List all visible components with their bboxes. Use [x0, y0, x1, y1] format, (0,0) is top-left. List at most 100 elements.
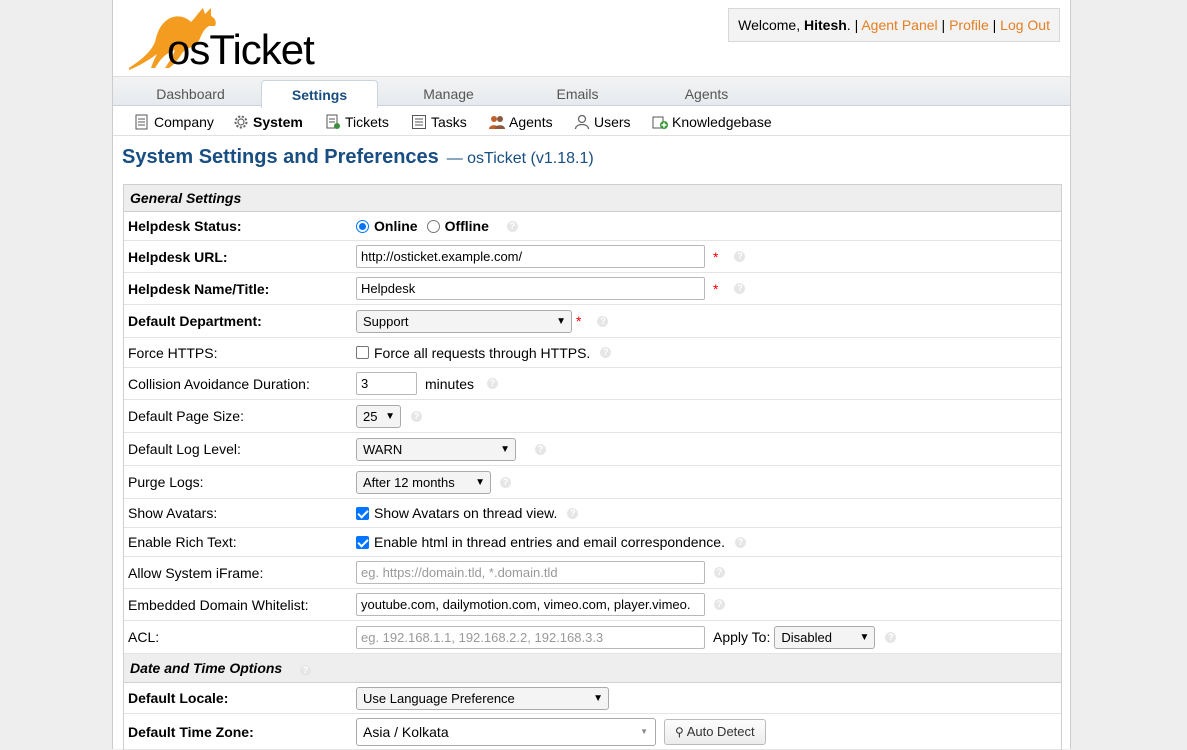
- tab-dashboard[interactable]: Dashboard: [132, 80, 249, 107]
- helpdesk-url-input[interactable]: http://osticket.example.com/: [356, 245, 705, 268]
- acl-input[interactable]: eg. 192.168.1.1, 192.168.2.2, 192.168.3.…: [356, 625, 705, 649]
- help-icon[interactable]: ?: [500, 476, 511, 488]
- select-value: Support: [363, 313, 409, 329]
- help-icon[interactable]: ?: [734, 251, 746, 262]
- help-icon[interactable]: ?: [597, 315, 609, 327]
- row-helpdesk-status: Helpdesk Status: Online Offline ?: [124, 212, 1061, 241]
- required-marker: *: [713, 280, 719, 297]
- main-nav: Dashboard Settings Manage Emails Agents: [113, 76, 1070, 108]
- iframe-input[interactable]: eg. https://domain.tld, *.domain.tld: [356, 561, 705, 584]
- page-size-select[interactable]: 25 ▼: [356, 404, 401, 428]
- subnav-users[interactable]: Users: [574, 112, 631, 132]
- help-icon[interactable]: ?: [714, 599, 725, 610]
- collision-unit: minutes: [425, 375, 475, 392]
- subnav-company[interactable]: Company: [134, 112, 214, 132]
- default-timezone-label: Default Time Zone:: [128, 723, 254, 740]
- rich-text-label: Enable Rich Text:: [128, 534, 237, 550]
- helpdesk-name-label: Helpdesk Name/Title:: [128, 280, 270, 297]
- help-icon[interactable]: ?: [300, 665, 311, 676]
- subnav-label: Tickets: [345, 114, 389, 130]
- select-value: Asia / Kolkata: [363, 723, 449, 740]
- logo[interactable]: osTicket: [121, 2, 321, 72]
- subnav-label: Agents: [509, 114, 553, 130]
- collision-field: 3 minutes ?: [356, 368, 499, 399]
- separator: . |: [846, 17, 862, 33]
- logout-link[interactable]: Log Out: [1000, 17, 1050, 33]
- row-helpdesk-name: Helpdesk Name/Title: Helpdesk * ?: [124, 273, 1061, 305]
- row-rich-text: Enable Rich Text: Enable html in thread …: [124, 528, 1061, 557]
- default-timezone-select[interactable]: Asia / Kolkata ▼: [356, 717, 656, 746]
- helpdesk-name-input[interactable]: Helpdesk: [356, 277, 705, 300]
- default-timezone-field: Asia / Kolkata ▼ ⚲ Auto Detect: [356, 714, 766, 749]
- tab-manage[interactable]: Manage: [390, 80, 507, 107]
- purge-logs-field: After 12 months ▼ ?: [356, 466, 511, 498]
- help-icon[interactable]: ?: [411, 410, 422, 422]
- help-icon[interactable]: ?: [734, 283, 746, 294]
- company-icon: [135, 114, 148, 130]
- show-avatars-field: Show Avatars on thread view. ?: [356, 499, 579, 527]
- row-iframe: Allow System iFrame: eg. https://domain.…: [124, 557, 1061, 589]
- show-avatars-checkbox[interactable]: [356, 506, 369, 520]
- select-value: 25: [363, 408, 378, 424]
- force-https-label: Force HTTPS:: [128, 344, 218, 361]
- page-container: osTicket Welcome, Hitesh. | Agent Panel …: [112, 0, 1071, 750]
- required-marker: *: [713, 248, 719, 265]
- map-marker-icon: ⚲: [675, 724, 684, 739]
- purge-logs-select[interactable]: After 12 months ▼: [356, 470, 491, 494]
- subnav-knowledgebase[interactable]: Knowledgebase: [652, 112, 772, 132]
- help-icon[interactable]: ?: [487, 378, 499, 389]
- rich-text-checkbox[interactable]: [356, 535, 369, 549]
- subnav-agents[interactable]: Agents: [489, 112, 553, 132]
- apply-to-select[interactable]: Disabled ▼: [774, 625, 876, 649]
- separator: |: [988, 17, 1001, 33]
- default-locale-field: Use Language Preference ▼: [356, 683, 609, 713]
- help-icon[interactable]: ?: [506, 220, 518, 232]
- agent-panel-link[interactable]: Agent Panel: [861, 17, 937, 33]
- online-radio[interactable]: [356, 219, 369, 233]
- helpdesk-name-field: Helpdesk * ?: [356, 273, 746, 304]
- helpdesk-status-field: Online Offline ?: [356, 212, 518, 240]
- help-icon[interactable]: ?: [535, 443, 546, 455]
- default-department-select[interactable]: Support ▼: [356, 309, 572, 333]
- tab-agents[interactable]: Agents: [648, 80, 765, 107]
- default-department-field: Support ▼ * ?: [356, 305, 609, 337]
- page-size-field: 25 ▼ ?: [356, 400, 422, 432]
- select-value: Disabled: [781, 629, 832, 645]
- default-locale-select[interactable]: Use Language Preference ▼: [356, 686, 609, 710]
- subnav-label: Users: [594, 114, 631, 130]
- required-marker: *: [576, 313, 582, 329]
- whitelist-input[interactable]: youtube.com, dailymotion.com, vimeo.com,…: [356, 593, 705, 616]
- chevron-down-icon: ▼: [385, 410, 395, 422]
- subnav-label: Company: [154, 114, 214, 130]
- force-https-checkbox[interactable]: [356, 346, 369, 359]
- force-https-field: Force all requests through HTTPS. ?: [356, 338, 612, 367]
- subnav-label: Tasks: [431, 114, 467, 130]
- row-default-locale: Default Locale: Use Language Preference ▼: [124, 683, 1061, 714]
- row-collision: Collision Avoidance Duration: 3 minutes …: [124, 368, 1061, 400]
- help-icon[interactable]: ?: [885, 631, 897, 643]
- help-icon[interactable]: ?: [600, 347, 612, 358]
- log-level-select[interactable]: WARN ▼: [356, 437, 516, 461]
- collision-label: Collision Avoidance Duration:: [128, 375, 310, 392]
- help-icon[interactable]: ?: [714, 567, 725, 578]
- helpdesk-url-field: http://osticket.example.com/ * ?: [356, 241, 746, 272]
- collision-input[interactable]: 3: [356, 372, 417, 395]
- subnav-system[interactable]: System: [233, 112, 303, 132]
- tab-settings[interactable]: Settings: [261, 80, 378, 108]
- help-icon[interactable]: ?: [567, 507, 579, 519]
- profile-link[interactable]: Profile: [949, 17, 989, 33]
- subnav-tickets[interactable]: Tickets: [325, 112, 389, 132]
- help-icon[interactable]: ?: [734, 536, 746, 548]
- log-level-field: WARN ▼ ?: [356, 433, 546, 465]
- user-info: Welcome, Hitesh. | Agent Panel | Profile…: [728, 8, 1060, 42]
- auto-detect-button[interactable]: ⚲ Auto Detect: [664, 718, 766, 745]
- logo-text: osTicket: [167, 26, 315, 73]
- rich-text-text: Enable html in thread entries and email …: [374, 534, 725, 550]
- tab-emails[interactable]: Emails: [519, 80, 636, 107]
- helpdesk-url-label: Helpdesk URL:: [128, 248, 228, 265]
- offline-radio[interactable]: [426, 219, 440, 233]
- auto-detect-label: Auto Detect: [686, 723, 755, 739]
- row-domain-whitelist: Embedded Domain Whitelist: youtube.com, …: [124, 589, 1061, 621]
- gear-icon: [234, 115, 248, 129]
- subnav-tasks[interactable]: Tasks: [411, 112, 467, 132]
